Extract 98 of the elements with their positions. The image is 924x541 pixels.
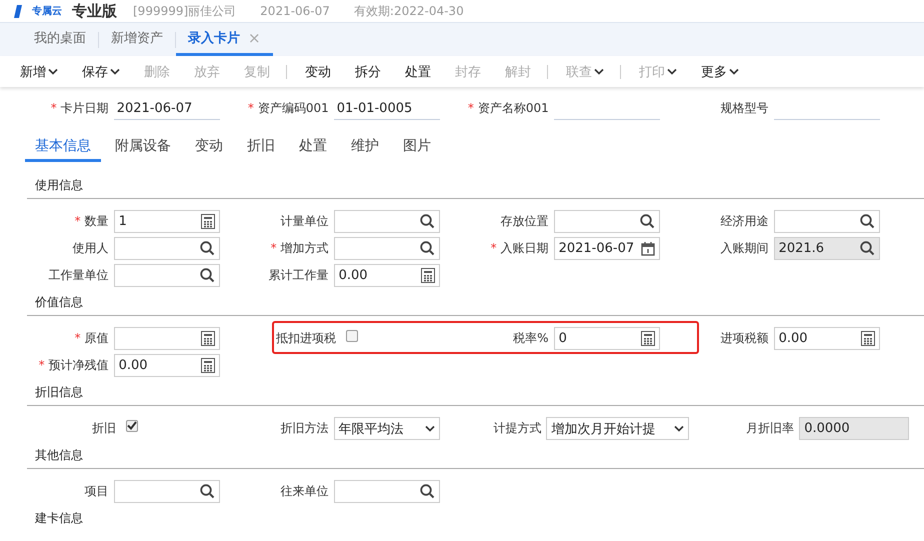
input-field[interactable] (334, 237, 440, 260)
search-icon[interactable] (860, 214, 875, 229)
toolbar-button[interactable]: 变动 (297, 62, 339, 80)
chevron-down-icon (425, 425, 435, 432)
section-title: 使用信息 (34, 176, 84, 194)
field-label: * 卡片日期 (50, 100, 110, 117)
search-icon[interactable] (420, 241, 435, 256)
field-label: 月折旧率 (745, 420, 796, 437)
calculator-icon[interactable] (201, 331, 215, 346)
search-icon[interactable] (640, 214, 655, 229)
required-mark: * (248, 101, 254, 115)
field-label: 往来单位 (280, 483, 330, 500)
checkbox[interactable] (346, 330, 358, 342)
input-field[interactable] (114, 327, 220, 350)
section-tab[interactable]: 变动 (185, 132, 233, 162)
calculator-icon[interactable] (201, 358, 215, 373)
field-label: 工作量单位 (48, 267, 110, 284)
input-field[interactable] (114, 237, 220, 260)
section-tab[interactable]: 维护 (341, 132, 389, 162)
section-tab[interactable]: 附属设备 (105, 132, 181, 162)
section-tab[interactable]: 图片 (393, 132, 441, 162)
calculator-icon[interactable] (421, 268, 435, 283)
field-label: 规格型号 (720, 100, 770, 117)
field-label: * 原值 (74, 330, 110, 347)
required-mark: * (50, 101, 57, 115)
input-field[interactable]: 2021-06-07 (554, 237, 660, 260)
field-label: 进项税额 (720, 330, 770, 347)
page-tab[interactable]: 新增资产 (99, 23, 175, 56)
input-field[interactable]: 0.00 (114, 354, 220, 377)
field-label: * 数量 (74, 213, 110, 230)
search-icon[interactable] (200, 484, 215, 499)
dropdown-field[interactable]: 增加次月开始计提 (546, 417, 689, 440)
section-tab[interactable]: 折旧 (237, 132, 285, 162)
input-field[interactable]: 0 (554, 327, 660, 350)
toolbar-button[interactable]: 保存 (74, 62, 128, 80)
section-tab[interactable]: 基本信息 (25, 132, 101, 162)
toolbar-button[interactable]: 处置 (397, 62, 439, 80)
field-label: 计提方式 (492, 420, 542, 437)
login-date: 2021-06-07 (260, 4, 330, 18)
calendar-icon[interactable] (641, 242, 655, 256)
calculator-icon[interactable] (861, 331, 875, 346)
field-label: * 资产编码001 (246, 100, 330, 117)
required-mark: * (38, 358, 45, 372)
dropdown-field[interactable]: 年限平均法 (334, 417, 440, 440)
input-field[interactable]: 01-01-0005 (334, 98, 440, 120)
logo-icon (14, 4, 22, 18)
chevron-down-icon (674, 425, 684, 432)
input-field[interactable] (114, 480, 220, 503)
search-icon[interactable] (200, 268, 215, 283)
required-mark: * (468, 101, 474, 115)
field-label: 项目 (84, 483, 110, 500)
section-tab[interactable]: 处置 (289, 132, 337, 162)
input-field[interactable] (114, 264, 220, 287)
field-label: 折旧 (91, 420, 117, 437)
toolbar-button[interactable]: 新增 (12, 62, 66, 80)
section-title: 价值信息 (34, 294, 84, 310)
validity-text: 有效期:2022-04-30 (354, 2, 464, 20)
search-icon[interactable] (420, 214, 435, 229)
required-mark: * (490, 241, 497, 255)
edition-title: 专业版 (72, 2, 117, 20)
toolbar-button[interactable]: 拆分 (347, 62, 389, 80)
field-label: * 入账日期 (490, 240, 550, 257)
field-label: 抵扣进项税 (275, 330, 337, 347)
page-tab[interactable]: 录入卡片 × (176, 23, 273, 56)
company-name: [999999]丽佳公司 (133, 2, 236, 20)
field-label: 折旧方法 (280, 420, 330, 437)
field-label: 税率% (512, 330, 550, 347)
field-label: 计量单位 (280, 213, 330, 230)
calculator-icon[interactable] (641, 331, 655, 346)
toolbar-button[interactable]: 更多 (693, 62, 747, 80)
field-label: 使用人 (72, 240, 110, 257)
calculator-icon[interactable] (201, 214, 215, 229)
input-field[interactable] (554, 210, 660, 233)
input-field[interactable] (334, 480, 440, 503)
field-label: 存放位置 (500, 213, 550, 230)
field-label: 入账期间 (720, 240, 770, 257)
field-label: * 资产名称001 (466, 100, 550, 117)
section-title: 建卡信息 (34, 510, 84, 526)
section-title: 其他信息 (34, 446, 84, 464)
search-icon[interactable] (200, 241, 215, 256)
required-mark: * (74, 331, 81, 345)
checkbox[interactable] (126, 420, 138, 432)
search-icon[interactable] (420, 484, 435, 499)
field-label: 累计工作量 (268, 267, 330, 284)
field-label: * 预计净残值 (38, 357, 110, 374)
section-title: 折旧信息 (34, 384, 84, 400)
input-field[interactable]: 2021-06-07 (114, 98, 220, 120)
field-label: 经济用途 (720, 213, 770, 230)
input-field[interactable]: 0.00 (334, 264, 440, 287)
input-field[interactable] (334, 210, 440, 233)
required-mark: * (270, 241, 277, 255)
required-mark: * (74, 214, 81, 228)
input-field[interactable]: 1 (114, 210, 220, 233)
field-label: * 增加方式 (270, 240, 330, 257)
input-field[interactable] (774, 210, 880, 233)
input-field[interactable]: 0.00 (774, 327, 880, 350)
logo-caption: 专属云 (32, 4, 62, 18)
page-tab[interactable]: 我的桌面 (22, 23, 98, 56)
